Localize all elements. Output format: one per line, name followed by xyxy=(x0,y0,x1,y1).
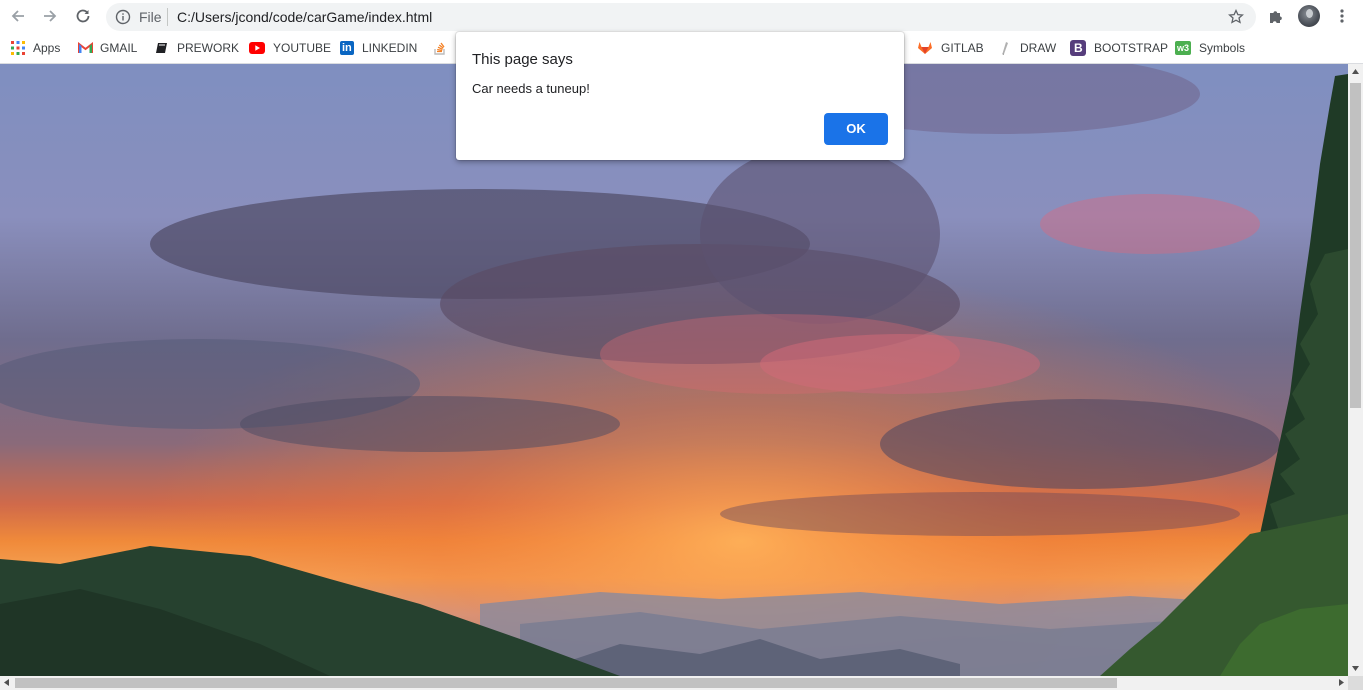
w3-icon: w3 xyxy=(1175,41,1191,55)
vertical-scroll-thumb[interactable] xyxy=(1350,83,1361,408)
apps-grid-icon xyxy=(11,41,25,55)
bookmark-label: BOOTSTRAP xyxy=(1094,41,1169,55)
scrollbar-corner xyxy=(1348,676,1363,690)
dialog-title: This page says xyxy=(472,51,573,68)
bookmark-apps[interactable]: Apps xyxy=(11,40,60,56)
info-icon xyxy=(115,9,131,25)
bookmark-gitlab[interactable]: GITLAB xyxy=(917,40,984,56)
extensions-puzzle-icon[interactable] xyxy=(1268,8,1285,25)
bookmark-gmail[interactable]: GMAIL xyxy=(78,40,137,56)
gmail-icon xyxy=(78,41,93,55)
bookmark-youtube[interactable]: YOUTUBE xyxy=(249,40,331,56)
browser-toolbar: File C:/Users/jcond/code/carGame/index.h… xyxy=(0,0,1363,33)
bookmark-label: Apps xyxy=(33,41,61,55)
url-text: C:/Users/jcond/code/carGame/index.html xyxy=(177,9,433,25)
reload-button[interactable] xyxy=(71,4,95,28)
back-arrow-icon xyxy=(11,10,24,22)
gitlab-icon xyxy=(917,41,933,55)
scroll-down-icon[interactable] xyxy=(1352,666,1359,671)
address-divider xyxy=(167,8,168,26)
bookmark-linkedin[interactable]: in LINKEDIN xyxy=(340,40,417,56)
bookmark-label: LINKEDIN xyxy=(362,41,418,55)
stack-overflow-icon xyxy=(433,41,447,55)
pencil-icon xyxy=(998,41,1012,55)
scroll-right-icon[interactable] xyxy=(1339,679,1344,686)
bookmark-prework[interactable]: PREWORK xyxy=(155,40,239,56)
dialog-message: Car needs a tuneup! xyxy=(472,81,590,96)
scroll-left-icon[interactable] xyxy=(4,679,9,686)
profile-avatar[interactable] xyxy=(1298,5,1320,27)
address-bar[interactable]: File C:/Users/jcond/code/carGame/index.h… xyxy=(106,3,1256,31)
youtube-icon xyxy=(249,41,265,55)
bookmark-bootstrap[interactable]: B BOOTSTRAP xyxy=(1070,40,1168,56)
bookmark-label: GMAIL xyxy=(100,41,138,55)
bookmark-label: YOUTUBE xyxy=(273,41,332,55)
book-icon xyxy=(155,41,169,55)
bookmark-star-icon[interactable] xyxy=(1228,9,1244,25)
linkedin-icon: in xyxy=(340,41,354,55)
back-button[interactable] xyxy=(6,4,30,28)
reload-icon xyxy=(76,9,90,23)
more-menu-icon[interactable] xyxy=(1334,8,1350,24)
horizontal-scroll-thumb[interactable] xyxy=(15,678,1117,688)
bookmark-label: GITLAB xyxy=(941,41,984,55)
ok-button[interactable]: OK xyxy=(824,113,888,145)
bookmark-draw[interactable]: DRAW xyxy=(998,40,1056,56)
forward-button[interactable] xyxy=(38,4,62,28)
avatar-figure xyxy=(1306,9,1313,18)
vertical-scrollbar[interactable] xyxy=(1348,64,1363,676)
bookmark-label: Symbols xyxy=(1199,41,1246,55)
bootstrap-icon: B xyxy=(1070,40,1086,56)
bookmark-stack-overflow[interactable] xyxy=(433,40,455,56)
file-scheme-label: File xyxy=(139,9,162,25)
alert-dialog: This page says Car needs a tuneup! OK xyxy=(456,32,904,160)
bookmark-label: PREWORK xyxy=(177,41,240,55)
horizontal-scrollbar[interactable] xyxy=(0,676,1348,690)
bookmark-symbols[interactable]: w3 Symbols xyxy=(1175,40,1245,56)
bookmark-label: DRAW xyxy=(1020,41,1057,55)
forward-arrow-icon xyxy=(44,10,57,22)
scroll-up-icon[interactable] xyxy=(1352,69,1359,74)
